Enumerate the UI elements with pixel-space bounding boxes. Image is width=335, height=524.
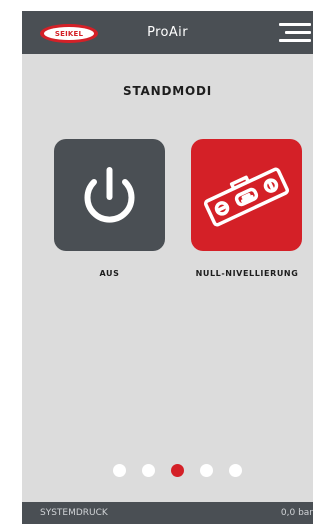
status-bar: SYSTEMDRUCK 0,0 bar: [22, 502, 313, 524]
spirit-level-icon: [203, 167, 290, 227]
app-title: ProAir: [147, 25, 188, 40]
mode-null-nivellierung-label: NULL-NIVELLIERUNG: [195, 269, 299, 278]
system-pressure-label: SYSTEMDRUCK: [40, 508, 108, 518]
hamburger-menu-icon[interactable]: [277, 22, 311, 44]
page-dot[interactable]: [200, 464, 213, 477]
page-indicator: [113, 464, 253, 478]
system-pressure-value: 0,0 bar: [280, 508, 313, 518]
mode-aus-label: AUS: [99, 269, 120, 278]
app-frame: SEIKEL ProAir STANDMODI AUS NULL-NIVELLI…: [22, 11, 313, 524]
top-bar: SEIKEL ProAir: [22, 11, 313, 54]
page-dot[interactable]: [142, 464, 155, 477]
page-dot-active[interactable]: [171, 464, 184, 477]
page-dot[interactable]: [229, 464, 242, 477]
mode-null-nivellierung-button[interactable]: [191, 139, 302, 251]
mode-aus-button[interactable]: [54, 139, 165, 251]
page-dot[interactable]: [113, 464, 126, 477]
power-icon: [84, 167, 135, 223]
page-title: STANDMODI: [123, 84, 212, 98]
